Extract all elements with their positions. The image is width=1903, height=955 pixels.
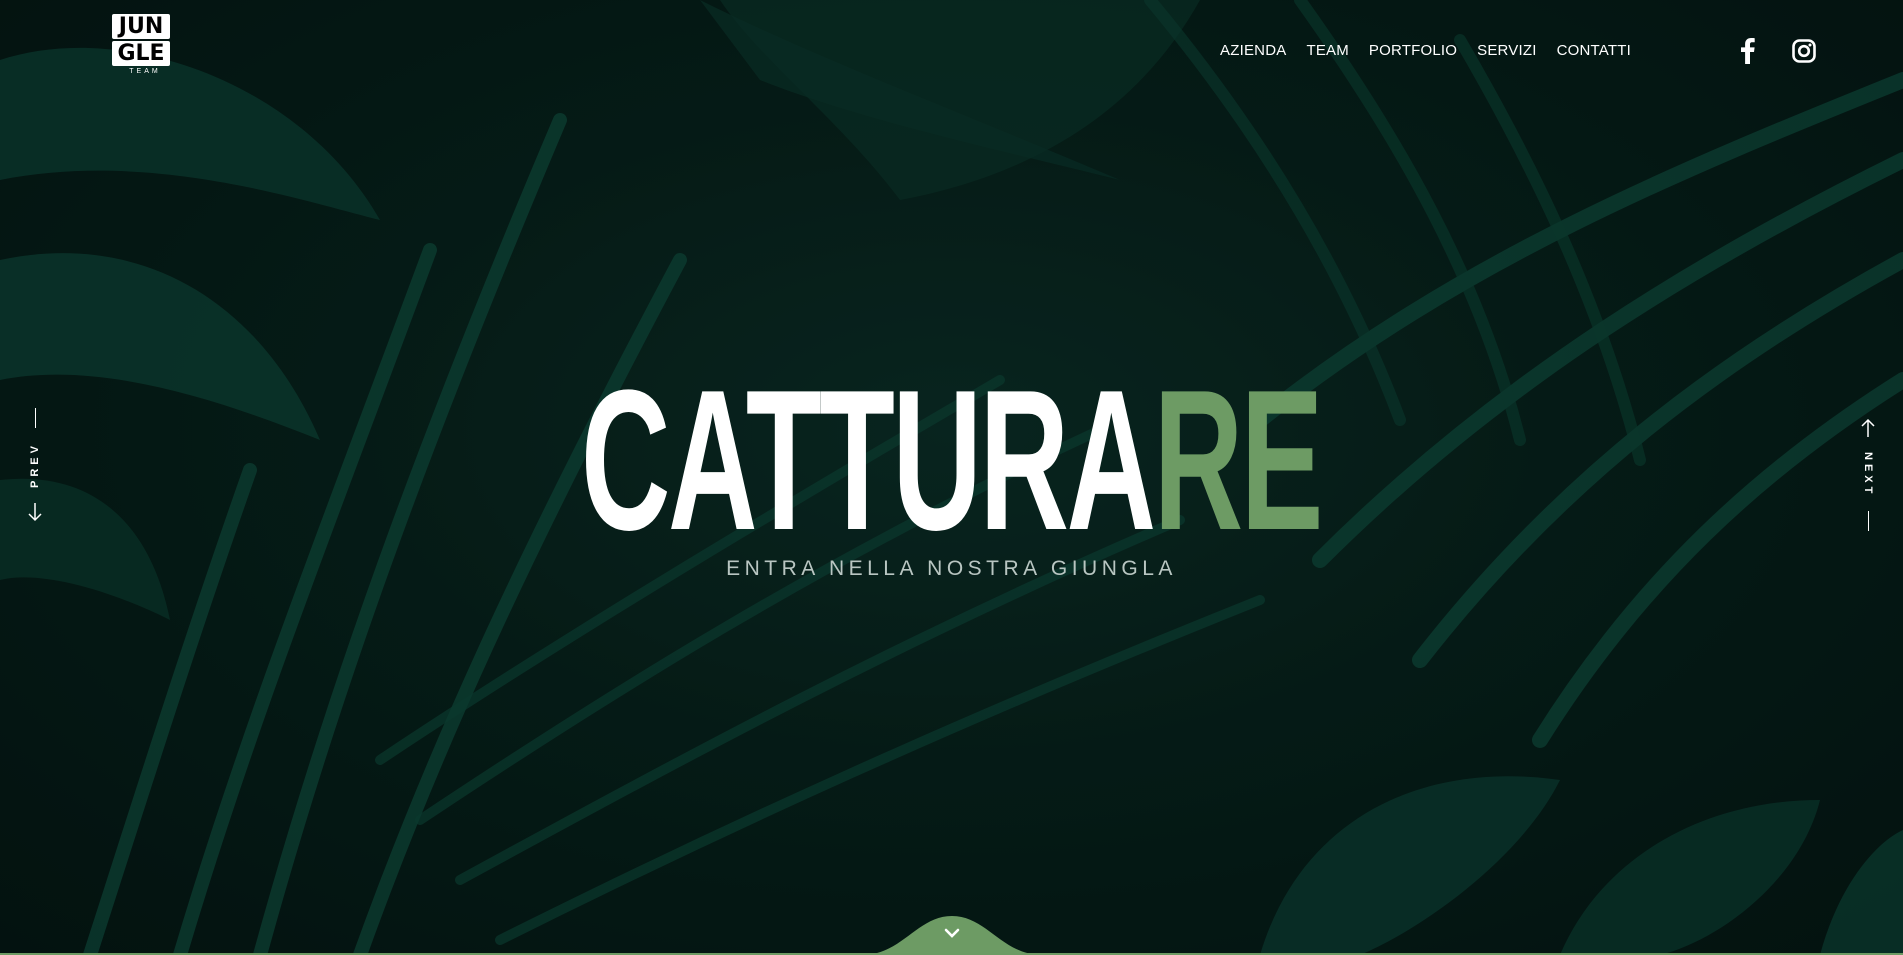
scroll-down-button[interactable] bbox=[862, 906, 1042, 955]
instagram-icon[interactable] bbox=[1791, 38, 1817, 64]
nav-item-team[interactable]: TEAM bbox=[1296, 42, 1358, 59]
nav-item-azienda[interactable]: AZIENDA bbox=[1210, 42, 1296, 59]
logo-mark: JUN GLE bbox=[112, 14, 172, 66]
next-tick bbox=[1867, 511, 1869, 532]
logo-line-1: JUN bbox=[112, 14, 170, 39]
arrow-up-icon bbox=[1861, 418, 1875, 437]
hero-title: CATTURARE bbox=[361, 361, 1541, 561]
chevron-down-icon bbox=[944, 928, 960, 938]
main-nav: AZIENDA TEAM PORTFOLIO SERVIZI CONTATTI bbox=[1210, 42, 1641, 59]
nav-item-servizi[interactable]: SERVIZI bbox=[1467, 42, 1546, 59]
hero-title-white: CATTURA bbox=[580, 349, 1156, 572]
logo-subtitle: TEAM bbox=[129, 68, 161, 75]
prev-label: PREV bbox=[29, 442, 41, 488]
next-slide-button[interactable]: NEXT bbox=[1861, 418, 1875, 532]
hero-subtitle: ENTRA NELLA NOSTRA GIUNGLA bbox=[726, 557, 1177, 580]
hero-title-green: RE bbox=[1153, 349, 1324, 572]
next-label: NEXT bbox=[1862, 452, 1874, 498]
prev-tick bbox=[34, 408, 36, 428]
nav-item-portfolio[interactable]: PORTFOLIO bbox=[1359, 42, 1467, 59]
arrow-down-icon bbox=[28, 502, 42, 522]
jungle-team-logo[interactable]: JUN GLE TEAM bbox=[112, 14, 174, 88]
logo-line-2: GLE bbox=[112, 41, 170, 66]
prev-slide-button[interactable]: PREV bbox=[28, 408, 42, 522]
nav-item-contatti[interactable]: CONTATTI bbox=[1547, 42, 1641, 59]
facebook-icon[interactable] bbox=[1735, 38, 1761, 64]
social-links bbox=[1735, 38, 1817, 64]
